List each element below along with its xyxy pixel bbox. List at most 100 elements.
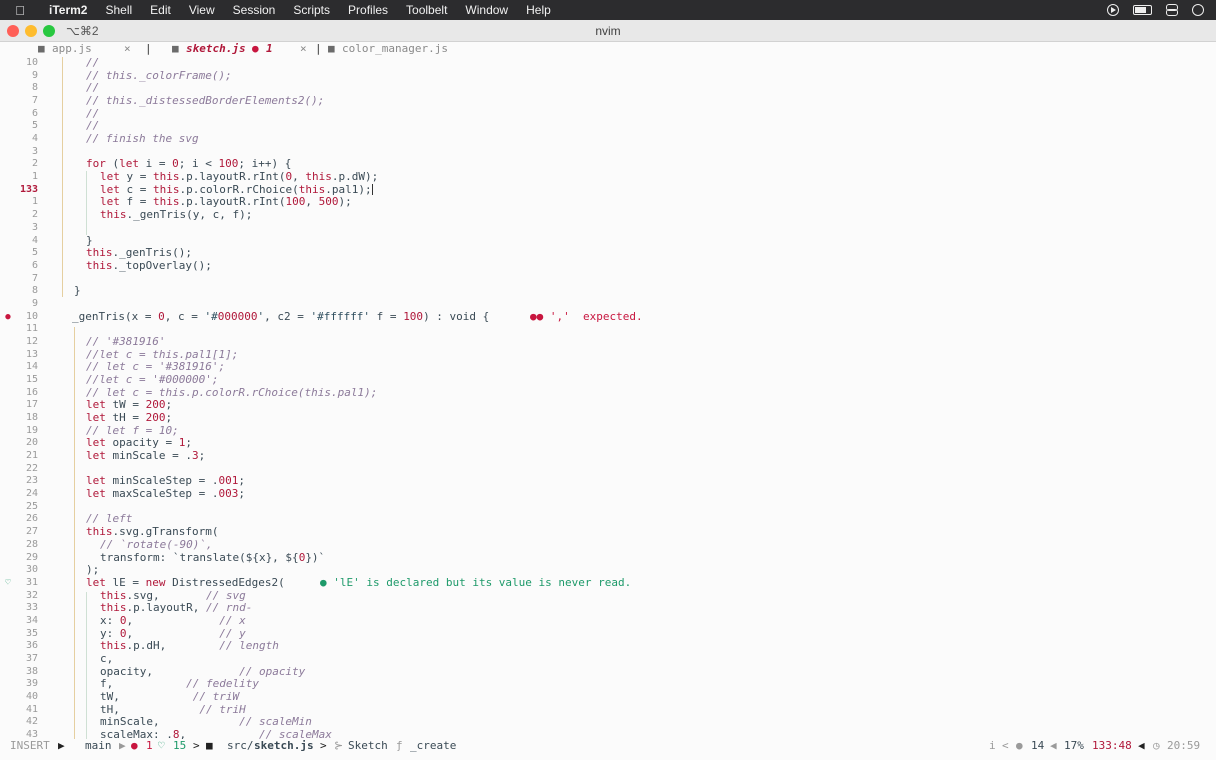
code-line[interactable]: 10 _genTris(x = 0, c = '#000000', c2 = '#… (0, 310, 1216, 324)
code-line[interactable]: 3 (0, 222, 1216, 235)
line-number: 35 (25, 627, 38, 639)
code-line[interactable]: 21 let minScale = .3; (0, 449, 1216, 463)
hint-icon: ♡ (158, 739, 165, 752)
class-icon: ⊱ (334, 739, 344, 752)
line-number: 133 (19, 183, 38, 195)
window-title: nvim (595, 24, 621, 38)
code-line[interactable]: 11 (0, 323, 1216, 336)
line-number: 29 (25, 551, 38, 563)
line-number: 22 (25, 462, 38, 474)
breadcrumb-class[interactable]: Sketch (348, 739, 388, 752)
line-number: 31 (25, 576, 38, 588)
menu-window[interactable]: Window (456, 3, 517, 17)
line-number: 30 (25, 564, 38, 576)
code-line[interactable]: 17 let tW = 200; (0, 399, 1216, 412)
statusline: INSERT ▶ main ▶ ● 1 ♡ 15 > ■ src/ sketch… (0, 739, 1216, 753)
menu-scripts[interactable]: Scripts (284, 3, 339, 17)
code-text: let minScale = .3; (86, 449, 206, 463)
line-number: 23 (25, 475, 38, 487)
code-text: } (74, 284, 81, 298)
tab-close-icon[interactable]: × (124, 42, 131, 55)
line-number: 8 (31, 285, 38, 297)
tab-color-manager-js[interactable]: color_manager.js (342, 42, 448, 55)
code-line[interactable]: 30); (0, 563, 1216, 577)
code-line[interactable]: 28 // `rotate(-90)`, (0, 538, 1216, 552)
line-number: 41 (25, 703, 38, 715)
menu-shell[interactable]: Shell (96, 3, 141, 17)
code-line[interactable]: 2 this._genTris(y, c, f); (0, 208, 1216, 222)
code-line[interactable]: 16// let c = this.p.colorR.rChoice(this.… (0, 386, 1216, 400)
hint-sign-icon[interactable]: ♡ (2, 577, 14, 590)
menu-app-name[interactable]: iTerm2 (40, 3, 96, 17)
error-sign-icon[interactable]: ● (2, 311, 14, 324)
focus-icon[interactable] (1192, 4, 1204, 16)
control-center-icon[interactable] (1166, 4, 1178, 16)
line-number: 40 (25, 691, 38, 702)
code-text: this._topOverlay(); (86, 258, 212, 272)
tab-sketch-js[interactable]: sketch.js (186, 42, 246, 55)
code-line[interactable]: 9 (0, 298, 1216, 311)
code-editor[interactable]: 10//9// this._colorFrame(); 8//7// this._… (0, 57, 1216, 739)
menu-bar:  iTerm2 Shell Edit View Session Scripts… (0, 0, 1216, 20)
code-line[interactable]: 1 let y = this.p.layoutR.rInt(0, this.p.d… (0, 170, 1216, 184)
error-count[interactable]: 1 (146, 739, 153, 752)
code-line[interactable]: 4 // finish the svg (0, 132, 1216, 146)
line-number: 6 (31, 107, 38, 119)
code-line[interactable]: 25 (0, 501, 1216, 514)
code-line[interactable]: 34 x: 0, // x (0, 614, 1216, 628)
code-line[interactable]: 29 transform: `translate(${x}, ${0})` (0, 551, 1216, 565)
code-text: let maxScaleStep = .003; (86, 487, 245, 501)
separator-arrow-left-icon: ◀ (1050, 739, 1057, 752)
code-line[interactable]: 37 c, (0, 651, 1216, 666)
tab-close-icon[interactable]: × (300, 42, 307, 55)
menu-edit[interactable]: Edit (141, 3, 180, 17)
code-line[interactable]: 5 this._genTris(); (0, 246, 1216, 260)
right-count: 14 (1031, 739, 1045, 752)
code-line[interactable]: 8} (0, 285, 1216, 298)
tab-app-js[interactable]: app.js (52, 42, 92, 55)
line-number: 10 (25, 57, 38, 68)
tab-error-count: 1 (266, 42, 273, 55)
code-line[interactable]: 6// (0, 107, 1216, 121)
code-text: // this._distessedBorderElements2(); (86, 94, 325, 108)
line-number: 10 (25, 310, 38, 322)
line-number: 9 (31, 69, 38, 81)
line-number: 1 (31, 196, 38, 208)
code-line[interactable]: 36 this.p.dH, // length (0, 639, 1216, 653)
circle-icon: ● (1016, 739, 1023, 752)
apple-icon[interactable]:  (0, 3, 40, 18)
menu-profiles[interactable]: Profiles (339, 3, 397, 17)
line-number: 2 (31, 209, 38, 221)
code-line[interactable]: 18 let tH = 200; (0, 411, 1216, 425)
line-number: 27 (25, 526, 38, 538)
code-text: c, (100, 651, 114, 665)
tab-separator: | (145, 42, 152, 55)
code-line[interactable]: 40 tW, // triW (0, 690, 1216, 704)
code-line[interactable]: 31 let lE = new DistressedEdges2(♡ ● 'lE' … (0, 575, 1216, 590)
menu-session[interactable]: Session (224, 3, 285, 17)
play-icon[interactable] (1107, 4, 1119, 16)
code-line[interactable]: 33 this.p.layoutR, // rnd- (0, 601, 1216, 615)
menu-help[interactable]: Help (517, 3, 560, 17)
code-line[interactable]: 43 scaleMax: .8, // scaleMax (0, 728, 1216, 739)
line-number: 39 (25, 678, 38, 690)
line-number: 16 (25, 386, 38, 398)
line-number: 12 (25, 335, 38, 347)
line-number: 34 (25, 614, 38, 626)
breadcrumb-function[interactable]: _create (410, 739, 456, 752)
hint-count[interactable]: 15 (173, 739, 186, 752)
code-line[interactable]: 9 // this._colorFrame(); (0, 69, 1216, 83)
battery-icon[interactable] (1133, 5, 1152, 15)
line-number: 3 (31, 145, 38, 157)
code-line[interactable]: 6 this._topOverlay(); (0, 258, 1216, 273)
code-line[interactable]: 7 // this._distessedBorderElements2(); (0, 94, 1216, 108)
code-line[interactable]: 7 (0, 273, 1216, 286)
line-number: 7 (31, 272, 38, 284)
menu-toolbelt[interactable]: Toolbelt (397, 3, 456, 17)
file-icon: ■ (328, 42, 335, 55)
clock-time: 20:59 (1167, 739, 1201, 752)
menu-view[interactable]: View (180, 3, 224, 17)
diagnostic-hint: ● 'lE' is declared but its value is neve… (320, 575, 632, 589)
code-line[interactable]: 24 let maxScaleStep = .003; (0, 487, 1216, 501)
git-branch[interactable]: main (85, 739, 112, 752)
